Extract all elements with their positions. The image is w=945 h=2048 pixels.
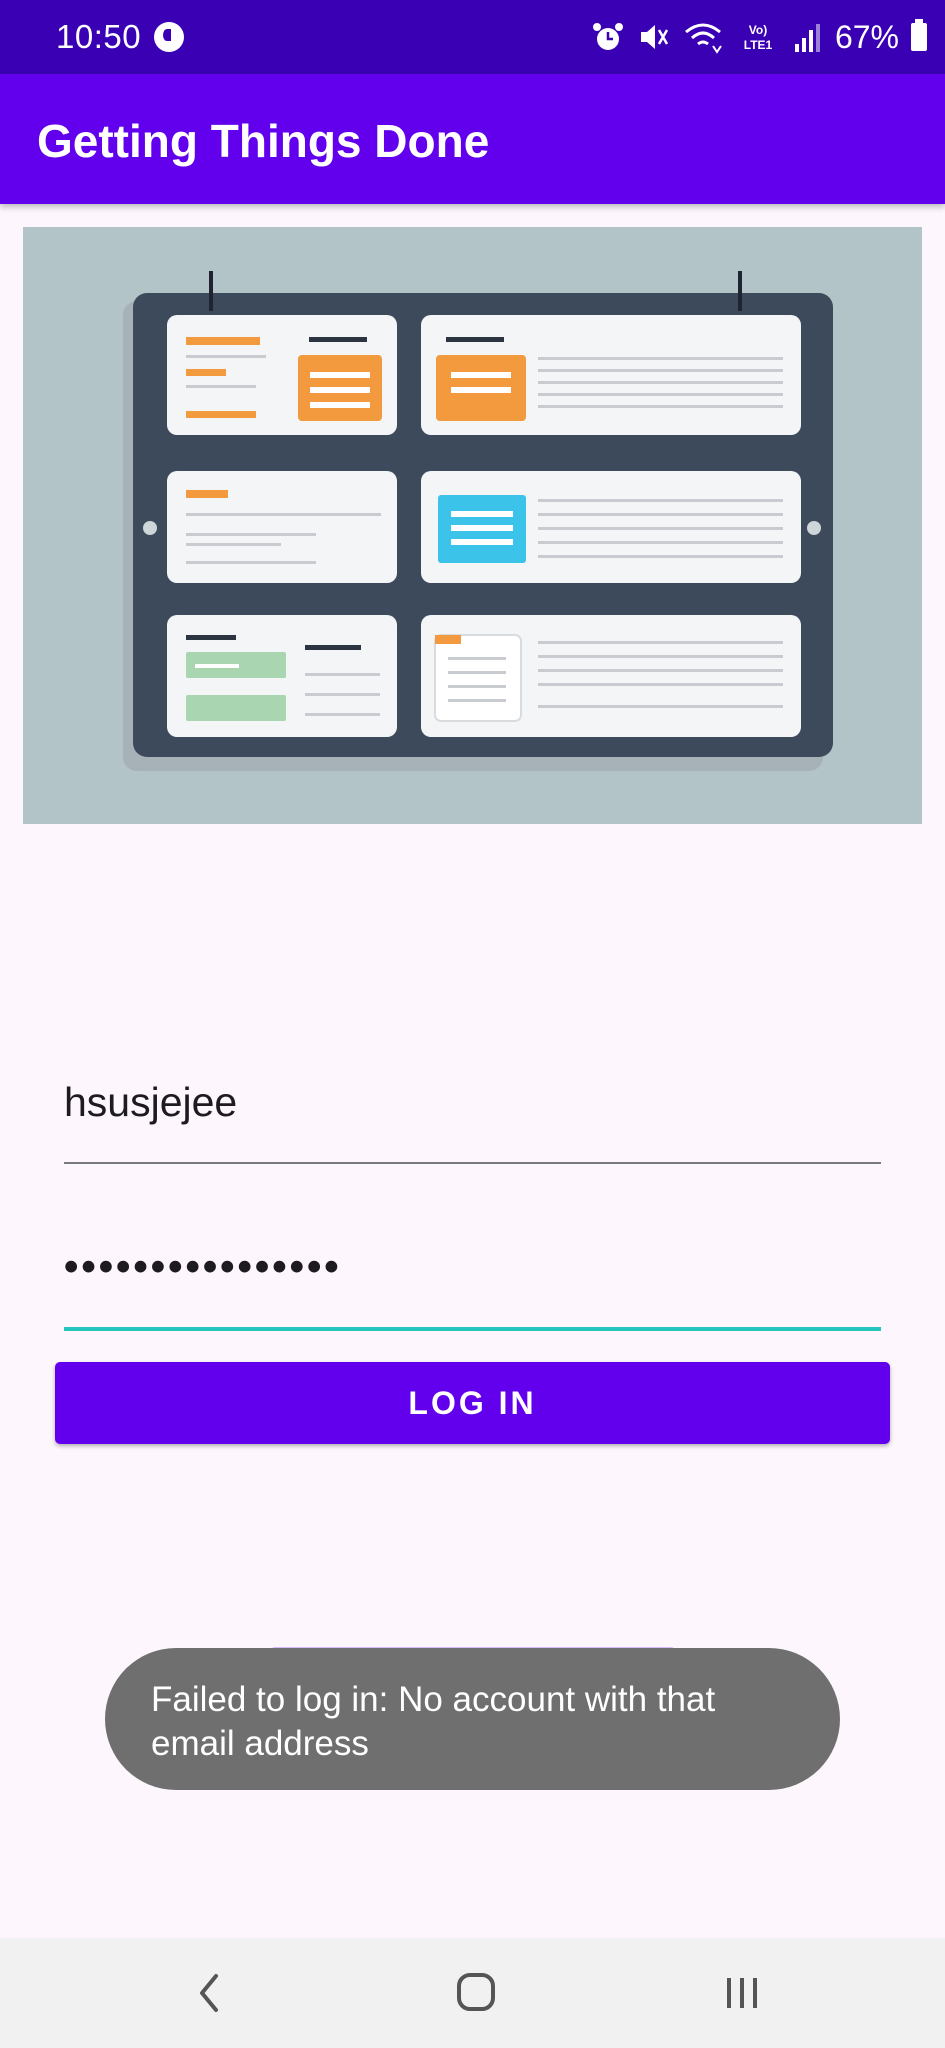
login-button[interactable]: LOG IN — [55, 1362, 890, 1444]
toast-message: Failed to log in: No account with that e… — [151, 1680, 716, 1763]
hero-image — [23, 227, 922, 824]
lte-network-label: LTE1 — [744, 38, 773, 52]
status-time: 10:50 — [56, 18, 142, 55]
kanban-board-illustration — [123, 271, 833, 771]
system-nav-bar — [0, 1938, 945, 2048]
error-toast: Failed to log in: No account with that e… — [105, 1648, 840, 1790]
status-bar: 10:50 Vo) LTE1 67% — [0, 0, 945, 74]
password-input[interactable] — [64, 1232, 881, 1300]
app-bar: Getting Things Done — [0, 74, 945, 204]
lte-voice-label: Vo) — [749, 23, 767, 37]
signal-icon — [794, 24, 820, 52]
lte-icon: Vo) LTE1 — [744, 23, 773, 52]
back-icon[interactable] — [176, 1960, 246, 2026]
battery-icon — [911, 19, 927, 51]
recents-icon[interactable] — [707, 1960, 777, 2026]
home-icon[interactable] — [441, 1960, 511, 2026]
wifi-icon — [685, 23, 722, 54]
password-field[interactable] — [64, 1232, 881, 1331]
battery-percent: 67% — [834, 18, 899, 55]
username-field[interactable] — [64, 1070, 881, 1164]
alarm-icon — [592, 23, 623, 50]
username-input[interactable] — [64, 1070, 881, 1134]
status-icons: Vo) LTE1 67% — [591, 14, 927, 60]
mute-icon — [640, 25, 669, 49]
notification-app-icon — [154, 22, 184, 52]
app-title: Getting Things Done — [37, 115, 490, 167]
